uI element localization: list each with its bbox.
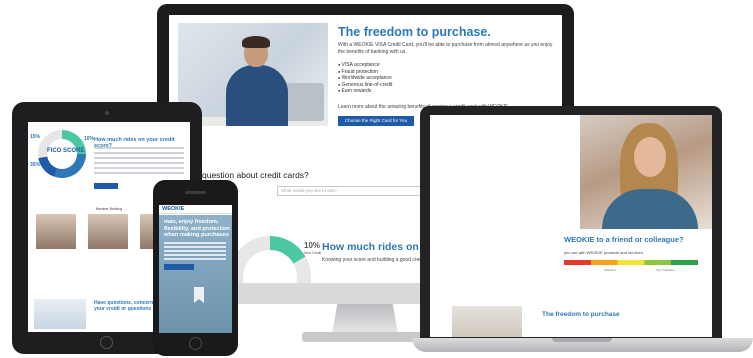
smartphone: WEOKIE man, enjoy freedom, flexibility, …	[153, 180, 238, 356]
hero-title: The freedom to purchase.	[338, 25, 491, 39]
score-percent-label: New Credit	[304, 251, 322, 255]
member-card-image[interactable]	[36, 214, 76, 249]
benefit-item: Earn rewards	[338, 88, 392, 95]
laptop-screen: WEOKIE to a friend or colleague? you are…	[430, 115, 712, 337]
phone-hero-text: man, enjoy freedom, flexibility, and pro…	[164, 219, 230, 238]
phone-body-text	[164, 242, 226, 262]
question-heading: question about credit cards?	[202, 170, 309, 180]
freedom-thumbnail	[452, 306, 522, 337]
choose-card-button[interactable]: Choose the Right Card for You	[338, 116, 414, 126]
phone-home-button[interactable]	[189, 337, 202, 350]
freedom-heading: The freedom to purchase	[542, 311, 620, 318]
tablet-body-text	[94, 147, 184, 177]
refer-heading: WEOKIE to a friend or colleague?	[564, 235, 684, 244]
score-percent: 10%	[304, 241, 321, 250]
person-illustration	[226, 36, 288, 126]
tablet-home-button[interactable]	[100, 336, 113, 349]
satisfaction-scale[interactable]	[564, 260, 698, 265]
monitor-stand-foot	[302, 332, 428, 342]
scale-label-very-satisfied: Very Satisfied	[656, 268, 675, 272]
tablet-camera	[105, 111, 109, 115]
fico-percent: 35%	[30, 162, 41, 168]
member-card-image[interactable]	[88, 214, 128, 249]
fico-percent: 10%	[84, 136, 95, 142]
laptop-base	[412, 338, 753, 352]
scale-label-satisfied: Satisfied	[604, 268, 616, 272]
smiling-woman-photo	[580, 115, 712, 229]
benefit-item: Worldwide acceptance	[338, 75, 392, 82]
hero-intro: With a WEOKIE VISA Credit Card, you'll b…	[338, 42, 553, 55]
fico-label: FICO SCORE	[47, 148, 85, 154]
phone-cta-button[interactable]	[164, 264, 194, 270]
fico-percent: 15%	[30, 134, 41, 140]
benefits-list: VISA acceptance Fraud protection Worldwi…	[338, 62, 393, 95]
benefit-item: VISA acceptance	[338, 62, 392, 69]
benefit-item: Generous line-of-credit	[338, 82, 393, 89]
phone-navbar: WEOKIE	[159, 205, 232, 214]
fico-donut	[38, 130, 86, 178]
laptop: WEOKIE to a friend or colleague? you are…	[412, 106, 753, 358]
credit-score-donut	[229, 236, 311, 283]
refer-subtext: you are with WEOKIE products and service…	[564, 250, 644, 255]
phone-speaker	[185, 191, 206, 194]
phone-screen: WEOKIE man, enjoy freedom, flexibility, …	[159, 205, 232, 333]
monitor-stand-neck	[332, 304, 398, 334]
questions-image	[34, 299, 86, 329]
brand-logo[interactable]: WEOKIE	[162, 206, 184, 212]
tablet-learn-button[interactable]	[94, 183, 118, 189]
benefit-item: Fraud protection	[338, 69, 392, 76]
